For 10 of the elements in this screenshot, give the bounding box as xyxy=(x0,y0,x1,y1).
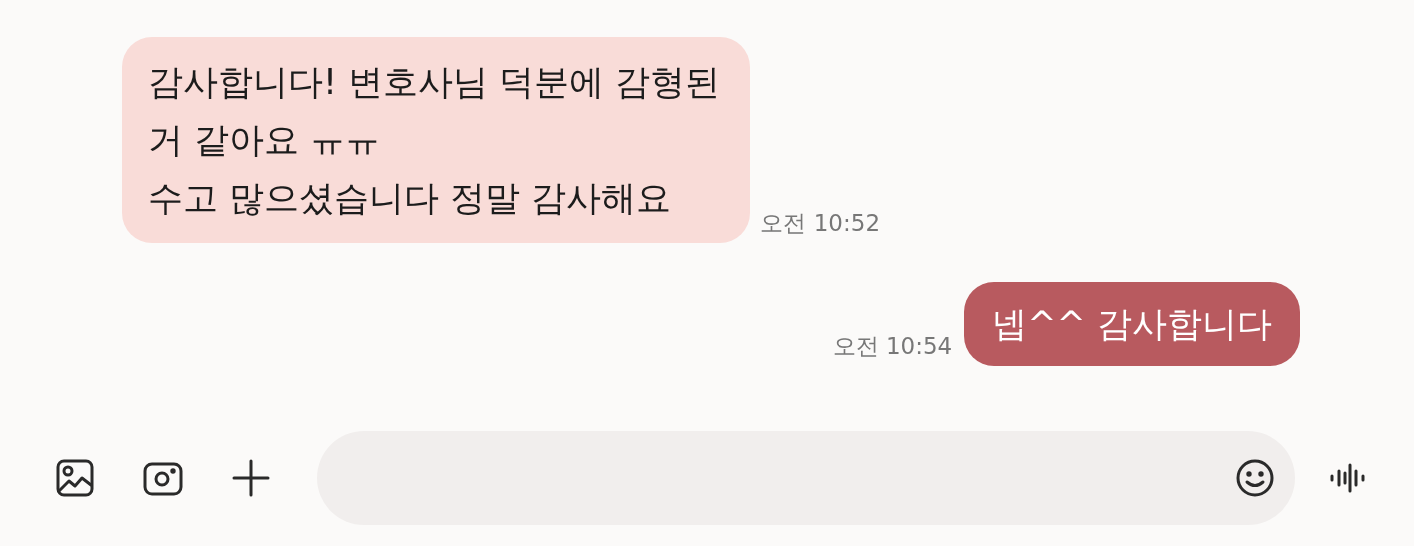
message-bubble: 감사합니다! 변호사님 덕분에 감형된 거 같아요 ㅠㅠ 수고 많으셨습니다 정말 감사해요 xyxy=(122,37,751,243)
emoji-button[interactable] xyxy=(1235,458,1275,498)
add-button[interactable] xyxy=(231,458,271,498)
message-bubble: 넵^^ 감사합니다 xyxy=(964,282,1300,366)
plus-icon xyxy=(231,458,271,498)
gallery-button[interactable] xyxy=(55,458,95,498)
image-icon xyxy=(55,458,95,498)
message-time: 오전 10:52 xyxy=(760,209,880,238)
message-time: 오전 10:54 xyxy=(832,332,953,361)
smiley-icon xyxy=(1235,458,1275,498)
